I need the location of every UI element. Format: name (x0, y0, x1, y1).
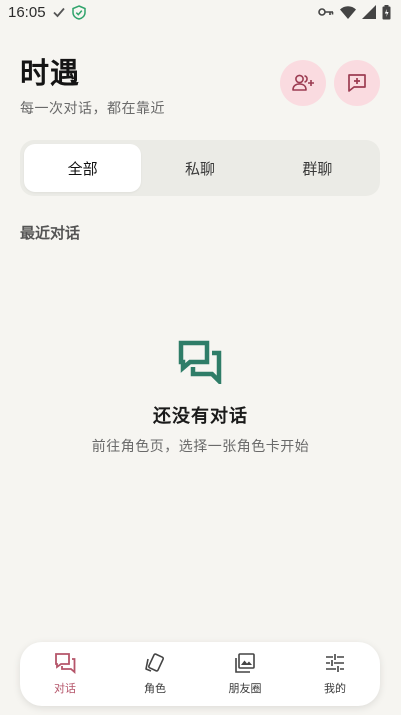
new-chat-icon (348, 74, 366, 92)
chat-icon (55, 653, 76, 674)
nav-label-me: 我的 (324, 682, 346, 695)
bottom-navigation: 对话 角色 朋友圈 我的 (20, 642, 380, 706)
cards-icon (145, 653, 165, 672)
signal-icon (362, 5, 376, 19)
empty-state-description: 前往角色页，选择一张角色卡开始 (91, 439, 310, 455)
gallery-icon (235, 653, 255, 673)
key-icon (318, 8, 334, 16)
status-right (318, 4, 391, 20)
nav-label-characters: 角色 (144, 682, 166, 695)
settings-sliders-icon (326, 654, 344, 672)
check-icon (52, 7, 65, 18)
battery-icon (382, 4, 391, 19)
shield-icon (71, 4, 86, 20)
nav-label-chats: 对话 (54, 682, 76, 695)
tab-private[interactable]: 私聊 (141, 144, 258, 192)
add-friend-button[interactable] (280, 60, 326, 106)
status-time: 16:05 (8, 3, 46, 21)
add-friend-icon (292, 74, 314, 91)
page-subtitle: 每一次对话，都在靠近 (20, 101, 165, 117)
nav-item-me[interactable]: 我的 (295, 652, 375, 696)
wifi-icon (340, 5, 356, 19)
status-left: 16:05 (8, 4, 86, 21)
empty-state-title: 还没有对话 (153, 406, 248, 427)
tab-all[interactable]: 全部 (24, 144, 142, 192)
new-chat-button[interactable] (334, 60, 380, 106)
chat-bubbles-icon (178, 340, 222, 384)
conversation-filter-tabs: 全部 私聊 群聊 (20, 140, 380, 196)
page-title: 时遇 (20, 56, 81, 90)
status-bar: 16:05 (0, 0, 401, 24)
nav-label-moments: 朋友圈 (228, 682, 262, 695)
tab-group[interactable]: 群聊 (259, 144, 376, 192)
nav-item-moments[interactable]: 朋友圈 (205, 652, 285, 696)
nav-item-chats[interactable]: 对话 (25, 652, 105, 696)
nav-item-characters[interactable]: 角色 (115, 652, 195, 696)
section-title-recent: 最近对话 (20, 224, 81, 242)
